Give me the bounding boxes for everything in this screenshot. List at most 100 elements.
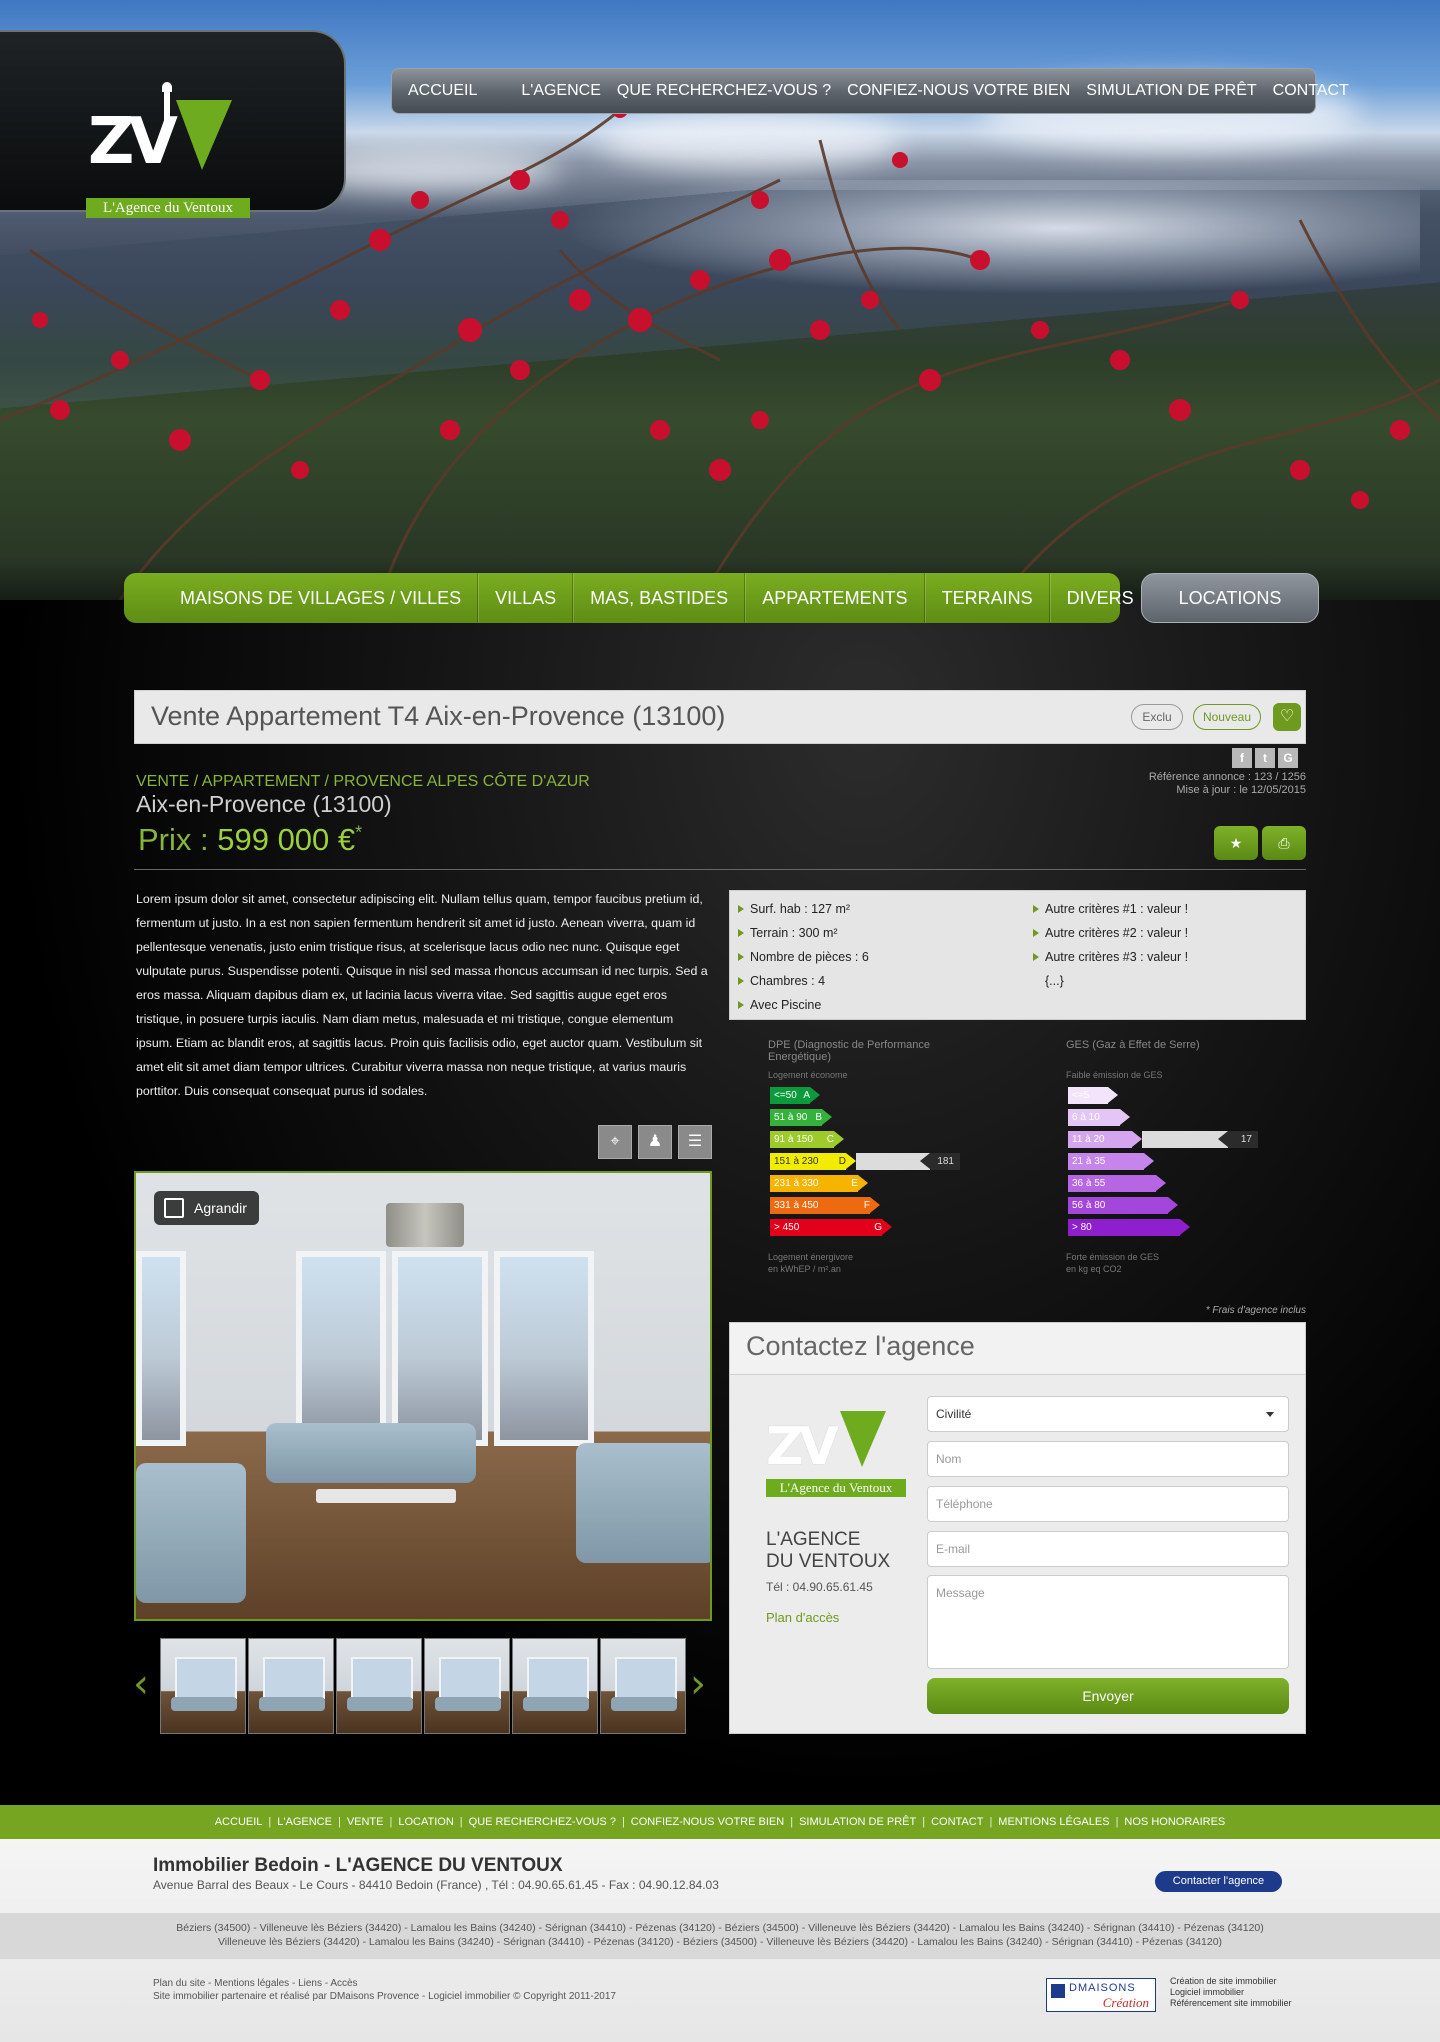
footer-nav-link[interactable]: SIMULATION DE PRÊT	[799, 1816, 916, 1828]
ges-top-label: Faible émission de GES	[1066, 1070, 1163, 1080]
dmaisons-line: Création de site immobilier	[1170, 1976, 1277, 1986]
dpe-class-letter: F	[863, 1200, 870, 1211]
nav-agence[interactable]: L'AGENCE	[521, 82, 601, 100]
category-appartements[interactable]: APPARTEMENTS	[745, 573, 925, 623]
ges-value-tag: 17	[1218, 1131, 1258, 1148]
listing-price: Prix : 599 000 €*	[138, 822, 362, 858]
nav-contact[interactable]: CONTACT	[1273, 82, 1349, 100]
category-mas-bastides[interactable]: MAS, BASTIDES	[573, 573, 746, 623]
footer-navigation: ACCUEIL | L'AGENCE | VENTE | LOCATION | QUE RECH…	[0, 1805, 1440, 1839]
ges-bottom-label: Forte émission de GES en kg eq CO2	[1066, 1251, 1159, 1275]
locations-button[interactable]: LOCATIONS	[1141, 573, 1319, 623]
enlarge-button[interactable]: Agrandir	[154, 1191, 259, 1225]
civilite-select[interactable]: Civilité	[927, 1396, 1289, 1432]
logo-band-text: L'Agence du Ventoux	[86, 198, 250, 218]
footer-nav-link[interactable]: ACCUEIL	[215, 1816, 263, 1828]
contact-header: Contactez l'agence	[730, 1323, 1305, 1375]
print-button[interactable]: ⎙	[1262, 826, 1306, 860]
cities-line-1[interactable]: Béziers (34500) - Villeneuve lès Béziers…	[0, 1921, 1440, 1935]
photo-lamp	[386, 1203, 464, 1247]
contact-agency-logo: ZV L'Agence du Ventoux	[766, 1397, 906, 1507]
ges-class-bar: > 80	[1068, 1219, 1190, 1236]
send-button[interactable]: Envoyer	[927, 1678, 1289, 1714]
dpe-bottom-label-1: Logement énergivore	[768, 1252, 854, 1262]
expand-icon	[164, 1198, 184, 1218]
thumbnail[interactable]	[336, 1638, 422, 1734]
telephone-input[interactable]: Téléphone	[927, 1486, 1289, 1522]
footer-nav-link[interactable]: QUE RECHERCHEZ-VOUS ?	[469, 1816, 616, 1828]
category-divers[interactable]: DIVERS	[1049, 573, 1150, 623]
dpe-class-range: <=50	[774, 1090, 797, 1101]
google-plus-icon[interactable]: G	[1278, 748, 1298, 768]
thumbnail[interactable]	[160, 1638, 246, 1734]
facebook-icon[interactable]: f	[1232, 748, 1252, 768]
dpe-class-letter: C	[826, 1134, 834, 1145]
dpe-bottom-label-2: en kWhEP / m².an	[768, 1264, 841, 1274]
cities-line-2[interactable]: Villeneuve lès Béziers (34420) - Lamalou…	[0, 1935, 1440, 1949]
dmaisons-logo[interactable]: DMAISONS Création	[1046, 1978, 1156, 2012]
criteria-item: Chambres : 4	[738, 969, 869, 993]
criteria-item: {...}	[1045, 974, 1064, 988]
photo-table	[316, 1489, 456, 1503]
street-view-icon[interactable]: ♟	[638, 1125, 672, 1159]
listing-city: Aix-en-Provence (13100)	[136, 791, 392, 817]
thumbnail[interactable]	[248, 1638, 334, 1734]
footer-nav-separator: |	[790, 1816, 794, 1828]
heart-icon[interactable]: ♡	[1273, 703, 1301, 731]
footer-nav-separator: |	[459, 1816, 463, 1828]
criteria-item: Nombre de pièces : 6	[738, 945, 869, 969]
main-photo[interactable]: Agrandir	[134, 1171, 712, 1621]
contact-agency-button[interactable]: Contacter l'agence	[1155, 1871, 1282, 1892]
twitter-icon[interactable]: t	[1255, 748, 1275, 768]
thumbnail-prev-arrow[interactable]: ‹	[133, 1664, 153, 1704]
footer-nav-link[interactable]: VENTE	[347, 1816, 384, 1828]
dpe-class-range: 151 à 230	[774, 1156, 819, 1167]
category-villas[interactable]: VILLAS	[478, 573, 574, 623]
nav-confiez[interactable]: CONFIEZ-NOUS VOTRE BIEN	[847, 82, 1070, 100]
nav-simulation[interactable]: SIMULATION DE PRÊT	[1086, 82, 1256, 100]
nom-input[interactable]: Nom	[927, 1441, 1289, 1477]
thumbnail[interactable]	[424, 1638, 510, 1734]
ges-class-range: 21 à 35	[1072, 1156, 1106, 1167]
thumbnail[interactable]	[600, 1638, 686, 1734]
category-terrains[interactable]: TERRAINS	[924, 573, 1050, 623]
logo-letters: ZV	[88, 105, 178, 179]
photo-sofa	[576, 1443, 710, 1563]
message-textarea[interactable]: Message	[927, 1575, 1289, 1669]
footer-bottom-text: Plan du site - Mentions légales - Liens …	[153, 1977, 616, 2003]
photo-sofa	[266, 1423, 476, 1483]
badge-exclu: Exclu	[1131, 704, 1183, 730]
dmaisons-line: Logiciel immobilier	[1170, 1987, 1245, 1997]
favorite-star-button[interactable]: ★	[1214, 826, 1258, 860]
plan-acces-link[interactable]: Plan d'accès	[766, 1610, 839, 1625]
footer-links[interactable]: Plan du site - Mentions légales - Liens …	[153, 1977, 616, 1990]
dmaisons-services: Création de site immobilier Logiciel imm…	[1170, 1976, 1292, 2009]
footer-nav-separator: |	[337, 1816, 341, 1828]
logo-panel[interactable]: ZV L'Agence du Ventoux	[0, 30, 346, 218]
badge-nouveau: Nouveau	[1193, 704, 1261, 730]
footer-nav-separator: |	[621, 1816, 625, 1828]
footer-nav-link[interactable]: L'AGENCE	[277, 1816, 332, 1828]
ges-subtitle: (Gaz à Effet de Serre)	[1092, 1039, 1200, 1051]
thumbnail[interactable]	[512, 1638, 598, 1734]
reference-number: Référence annonce : 123 / 1256	[1148, 771, 1306, 783]
nav-accueil[interactable]: ACCUEIL	[408, 82, 477, 100]
email-input[interactable]: E-mail	[927, 1531, 1289, 1567]
nav-recherche[interactable]: QUE RECHERCHEZ-VOUS ?	[617, 82, 831, 100]
dpe-class-letter: E	[851, 1178, 858, 1189]
footer-nav-link[interactable]: NOS HONORAIRES	[1124, 1816, 1225, 1828]
ges-class-bar: 6 à 10	[1068, 1109, 1130, 1126]
photo-sofa	[136, 1463, 246, 1603]
category-maisons[interactable]: MAISONS DE VILLAGES / VILLES	[164, 573, 479, 623]
footer-nav-link[interactable]: LOCATION	[398, 1816, 453, 1828]
compare-icon[interactable]: ☰	[678, 1125, 712, 1159]
agency-logo[interactable]: ZV L'Agence du Ventoux	[86, 82, 256, 220]
thumbnail-next-arrow[interactable]: ›	[690, 1664, 710, 1704]
footer-nav-link[interactable]: CONFIEZ-NOUS VOTRE BIEN	[631, 1816, 784, 1828]
breadcrumb[interactable]: VENTE / APPARTEMENT / PROVENCE ALPES CÔT…	[136, 773, 590, 791]
criteria-list-left: Surf. hab : 127 m² Terrain : 300 m² Nomb…	[738, 897, 869, 1017]
ges-class-bar: 36 à 55	[1068, 1175, 1166, 1192]
footer-nav-link[interactable]: CONTACT	[931, 1816, 983, 1828]
map-pin-icon[interactable]: ⌖	[598, 1125, 632, 1159]
footer-nav-link[interactable]: MENTIONS LÉGALES	[998, 1816, 1109, 1828]
